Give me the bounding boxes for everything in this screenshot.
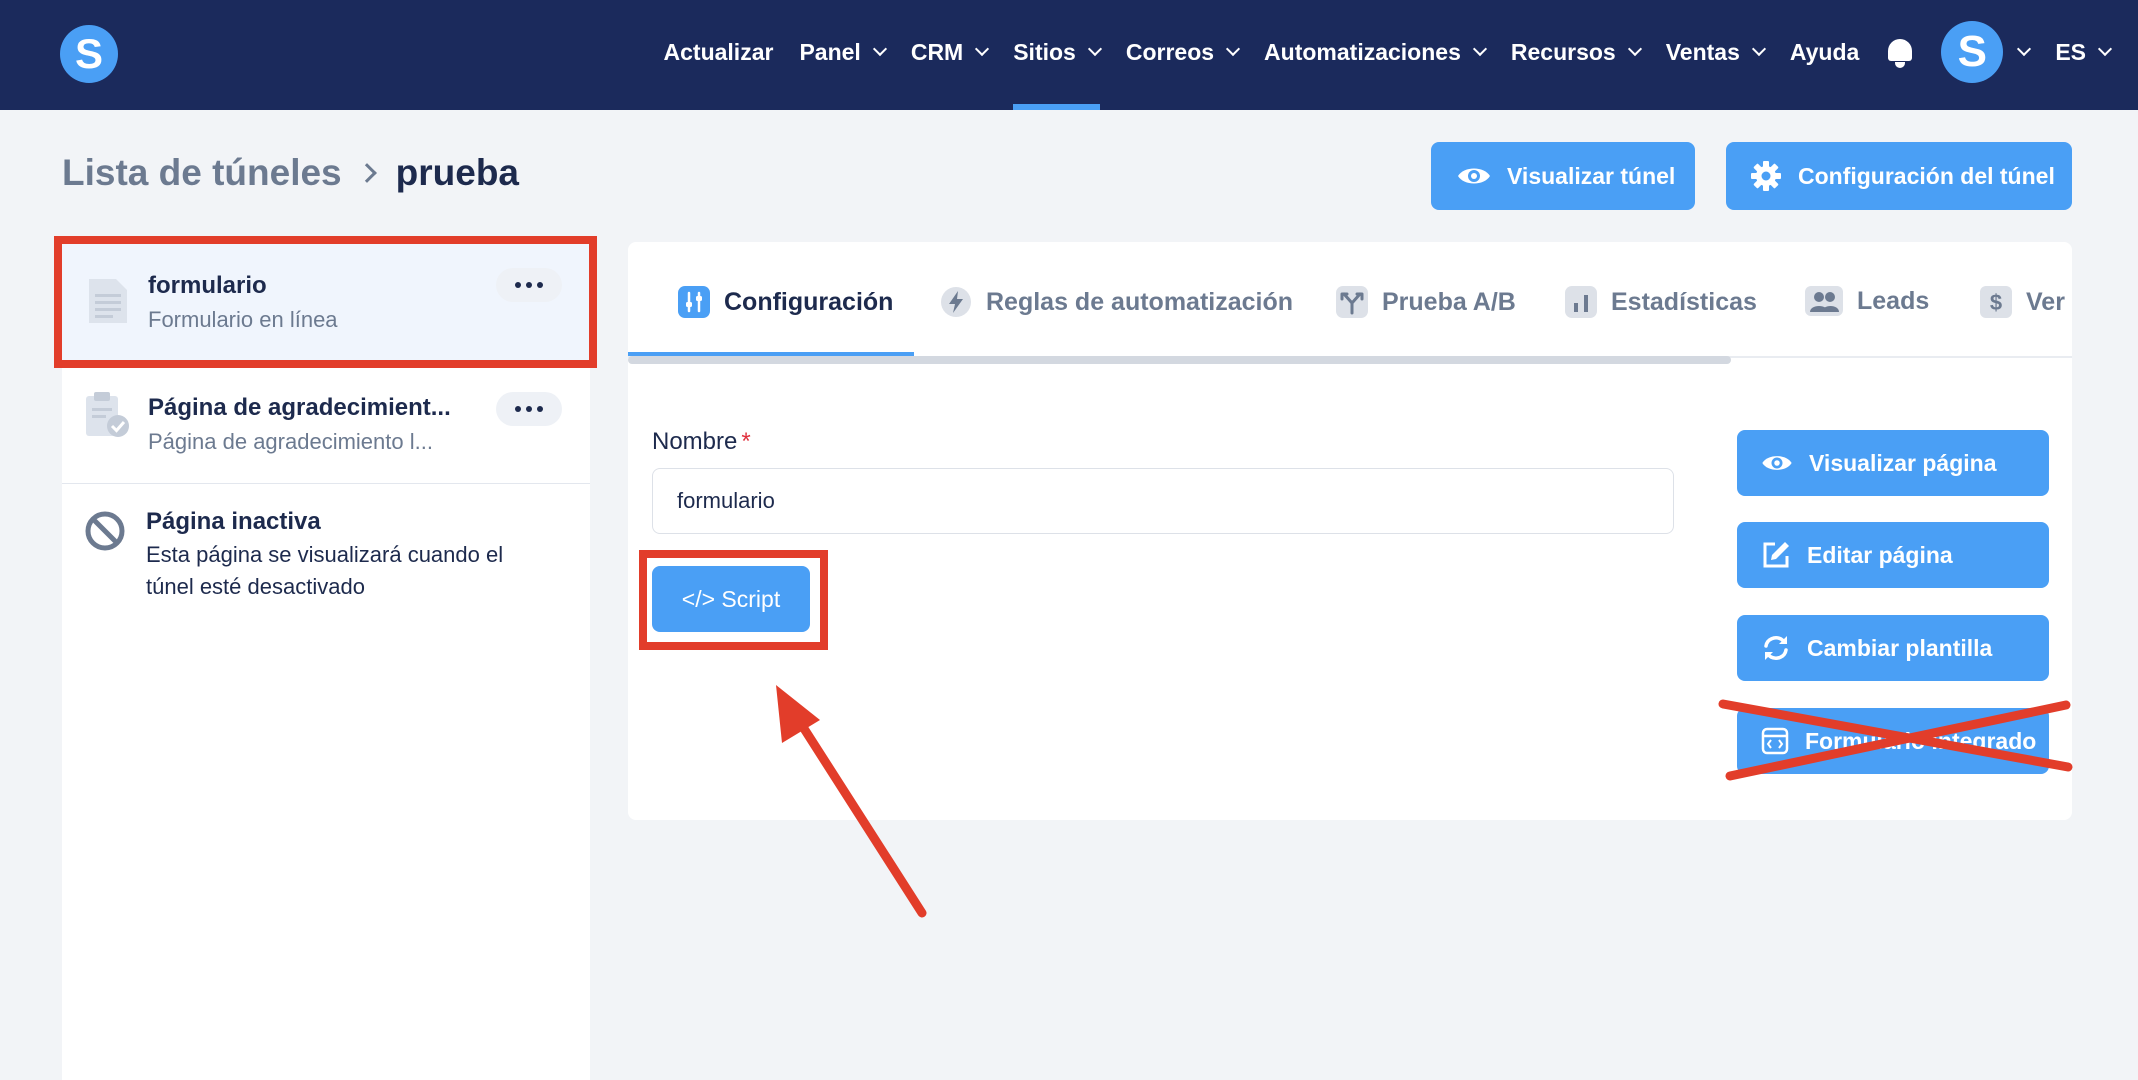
- sidebar-item-title: Página de agradecimient...: [148, 394, 451, 421]
- nav-item-label: Actualizar: [663, 38, 774, 65]
- edit-icon: [1761, 540, 1791, 570]
- nav-item-label: Automatizaciones: [1264, 38, 1461, 65]
- nav-item-ayuda[interactable]: Ayuda: [1790, 0, 1859, 104]
- nav-item-crm[interactable]: CRM: [910, 0, 990, 104]
- button-label: Editar página: [1807, 541, 1953, 568]
- nav-item-label: Panel: [799, 38, 861, 65]
- language-selector[interactable]: ES: [2055, 0, 2113, 104]
- nav-item-correos[interactable]: Correos: [1125, 0, 1241, 104]
- nav-item-label: CRM: [910, 38, 964, 65]
- change-template-button[interactable]: Cambiar plantilla: [1737, 615, 2049, 681]
- page-settings-card: Configuración Reglas de automatización P…: [628, 242, 2072, 820]
- button-label: Formulario integrado: [1805, 727, 2037, 754]
- nav-item-actualizar[interactable]: Actualizar: [664, 0, 774, 104]
- tab-estadisticas[interactable]: Estadísticas: [1565, 286, 1757, 318]
- tab-label: Reglas de automatización: [986, 287, 1294, 316]
- gear-icon: [1750, 160, 1782, 192]
- tab-label: Configuración: [724, 287, 894, 316]
- button-label: Visualizar página: [1809, 449, 1997, 476]
- embedded-form-button[interactable]: Formulario integrado: [1737, 708, 2049, 774]
- sliders-icon: [678, 286, 710, 318]
- chevron-down-icon: [1627, 41, 1642, 57]
- preview-page-button[interactable]: Visualizar página: [1737, 430, 2049, 496]
- highlight-box-script: [639, 550, 828, 650]
- required-marker: *: [741, 428, 751, 455]
- clipboard-check-icon: [84, 390, 132, 445]
- edit-page-button[interactable]: Editar página: [1737, 522, 2049, 588]
- bar-chart-icon: [1565, 286, 1597, 318]
- tab-label: Prueba A/B: [1382, 287, 1516, 316]
- tab-leads[interactable]: Leads: [1805, 286, 1929, 316]
- tab-ventas[interactable]: $ Ver: [1980, 286, 2065, 318]
- chevron-right-icon: [356, 163, 377, 183]
- language-label: ES: [2055, 38, 2086, 65]
- code-window-icon: [1761, 727, 1789, 755]
- svg-text:$: $: [1990, 290, 2002, 315]
- button-label: Cambiar plantilla: [1807, 634, 1993, 661]
- button-label: Visualizar túnel: [1507, 162, 1676, 189]
- chevron-down-icon: [1472, 41, 1487, 57]
- chevron-down-icon: [2097, 41, 2113, 57]
- funnel-settings-button[interactable]: Configuración del túnel: [1726, 142, 2072, 210]
- eye-icon: [1761, 452, 1793, 474]
- nav-item-automatizaciones[interactable]: Automatizaciones: [1264, 0, 1487, 104]
- app-logo[interactable]: S: [60, 25, 118, 83]
- chevron-down-icon: [1225, 41, 1241, 57]
- chevron-down-icon[interactable]: [2017, 41, 2032, 57]
- ban-icon: [84, 510, 126, 557]
- avatar[interactable]: S: [1941, 21, 2004, 83]
- nav-item-panel[interactable]: Panel: [799, 0, 887, 104]
- breadcrumb-link-funnel-list[interactable]: Lista de túneles: [62, 152, 342, 194]
- bolt-icon: [940, 286, 972, 318]
- nav-item-label: Correos: [1125, 38, 1215, 65]
- nav-item-label: Ayuda: [1789, 38, 1860, 65]
- nav-item-recursos[interactable]: Recursos: [1510, 0, 1642, 104]
- eye-icon: [1457, 164, 1491, 188]
- nav-item-sitios[interactable]: Sitios: [1013, 0, 1102, 110]
- sidebar-item-description: Esta página se visualizará cuando el: [146, 542, 504, 567]
- sidebar-item-subtitle: Página de agradecimiento l...: [148, 429, 433, 454]
- users-icon: [1805, 286, 1843, 316]
- tab-scrollbar[interactable]: [628, 356, 1731, 364]
- sidebar-item-title: Página inactiva: [146, 508, 321, 535]
- chevron-down-icon: [975, 41, 990, 57]
- nav-item-label: Sitios: [1013, 38, 1076, 65]
- breadcrumb: Lista de túneles prueba: [62, 152, 519, 194]
- preview-funnel-button[interactable]: Visualizar túnel: [1431, 142, 1695, 210]
- name-field-label: Nombre *: [652, 428, 751, 456]
- refresh-icon: [1761, 633, 1791, 663]
- nav-menu: Actualizar Panel CRM Sitios Correos Auto…: [638, 0, 2138, 110]
- button-label: Configuración del túnel: [1798, 162, 2055, 189]
- split-icon: [1336, 286, 1368, 318]
- tab-configuracion[interactable]: Configuración: [678, 286, 893, 318]
- tab-label: Estadísticas: [1611, 287, 1757, 316]
- sidebar-item-description: túnel esté desactivado: [146, 574, 365, 599]
- more-options-button[interactable]: [496, 392, 562, 426]
- tab-bar: Configuración Reglas de automatización P…: [628, 242, 2072, 364]
- tab-label: Ver: [2026, 287, 2065, 316]
- dollar-icon: $: [1980, 286, 2012, 318]
- tab-prueba-ab[interactable]: Prueba A/B: [1336, 286, 1516, 318]
- nav-item-ventas[interactable]: Ventas: [1665, 0, 1766, 104]
- sidebar-item-thank-you-page[interactable]: Página de agradecimient... Página de agr…: [62, 360, 590, 484]
- top-navigation: S Actualizar Panel CRM Sitios Correos Au…: [0, 0, 2138, 110]
- page-title: prueba: [395, 152, 519, 193]
- dots-icon: [515, 406, 521, 412]
- chevron-down-icon: [872, 41, 887, 57]
- chevron-down-icon: [1087, 41, 1102, 57]
- field-label-text: Nombre: [652, 428, 738, 455]
- nav-item-label: Recursos: [1510, 38, 1616, 65]
- tab-reglas-automatizacion[interactable]: Reglas de automatización: [940, 286, 1293, 318]
- highlight-box-formulario: [54, 236, 597, 368]
- chevron-down-icon: [1751, 41, 1766, 57]
- sidebar-item-inactive-page[interactable]: Página inactiva Esta página se visualiza…: [62, 484, 590, 624]
- tab-label: Leads: [1857, 286, 1930, 315]
- bell-icon[interactable]: [1885, 35, 1915, 69]
- name-input[interactable]: [652, 468, 1674, 534]
- nav-item-label: Ventas: [1665, 38, 1740, 65]
